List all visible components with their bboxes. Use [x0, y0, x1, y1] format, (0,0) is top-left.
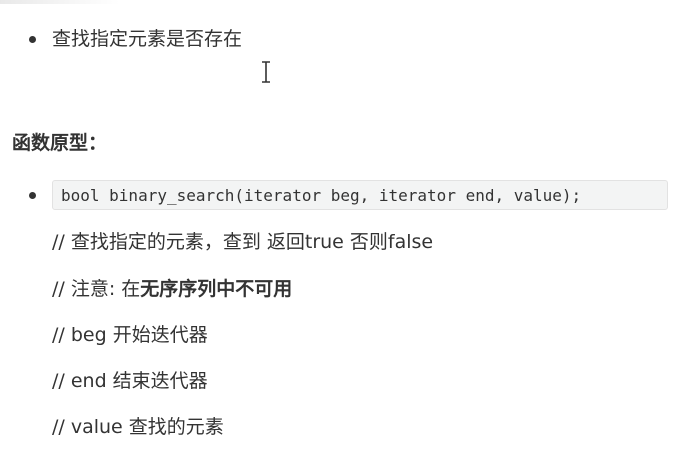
comment-line-end: // end 结束迭代器 — [52, 370, 208, 392]
comment-line-value: // value 查找的元素 — [52, 416, 224, 438]
comment-note-bold: 无序序列中不可用 — [140, 278, 293, 300]
text-cursor-icon — [262, 61, 270, 83]
list-item-find-element: 查找指定元素是否存在 — [52, 28, 243, 50]
comment-line-beg: // beg 开始迭代器 — [52, 324, 208, 346]
section-heading: 函数原型： — [12, 132, 108, 154]
comment-line-note: // 注意: 在无序序列中不可用 — [52, 277, 292, 301]
bullet-icon — [29, 192, 36, 199]
bullet-icon — [29, 36, 36, 43]
top-edge-shadow — [0, 0, 120, 4]
function-prototype-code: bool binary_search(iterator beg, iterato… — [52, 180, 668, 210]
comment-line-description: // 查找指定的元素，查到 返回true 否则false — [52, 231, 434, 253]
comment-note-prefix: // 注意: 在 — [52, 278, 141, 300]
